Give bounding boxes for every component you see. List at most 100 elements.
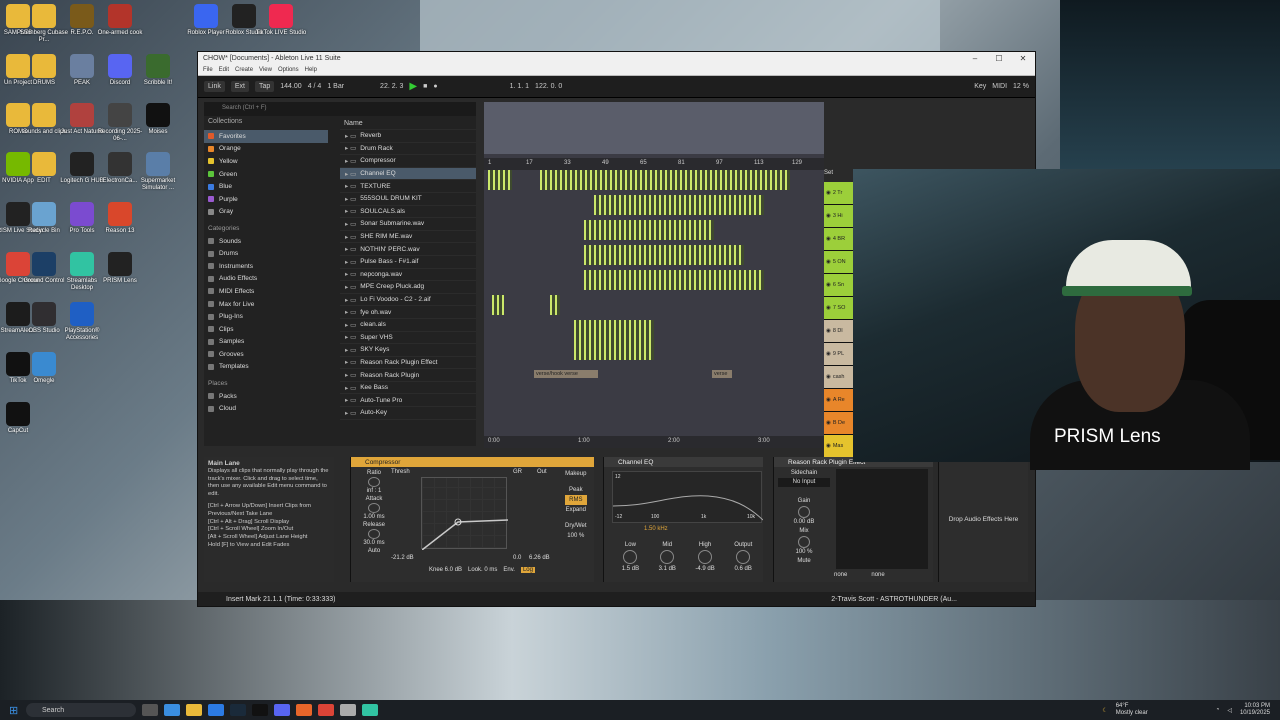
browser-item[interactable]: ▸ ▭ Kee Bass (340, 382, 476, 395)
browser-item[interactable]: ▸ ▭ SOULCALS.als (340, 206, 476, 219)
eq-display[interactable]: 12 -12 100 1k 10k (612, 471, 764, 523)
audio-clip[interactable]: verse/hook verse (534, 370, 598, 378)
log-button[interactable]: Log (520, 567, 535, 573)
track-activator-icon[interactable]: ◉ (826, 259, 831, 265)
knee-field[interactable]: Knee 6.0 dB (429, 567, 462, 573)
play-icon[interactable]: ▶ (409, 81, 417, 92)
desktop-icon[interactable]: Reason 13 (94, 202, 146, 235)
key-map-button[interactable]: Key (974, 83, 986, 90)
menu-file[interactable]: File (203, 67, 213, 73)
clock-date[interactable]: 10/19/2025 (1240, 710, 1270, 716)
tempo-field[interactable]: 144.00 (280, 83, 301, 90)
category-item[interactable]: Max for Live (204, 298, 328, 311)
makeup-button[interactable]: Makeup (565, 469, 587, 479)
browser-item[interactable]: ▸ ▭ Compressor (340, 155, 476, 168)
collection-item[interactable]: Green (204, 168, 328, 181)
link-button[interactable]: Link (204, 81, 225, 92)
release-knob[interactable] (368, 529, 380, 539)
collection-item[interactable]: Favorites (204, 130, 328, 143)
loop-length-field[interactable]: 122. 0. 0 (535, 83, 562, 90)
browser-item[interactable]: ▸ ▭ Drum Rack (340, 143, 476, 156)
desktop-icon[interactable]: Moises (132, 103, 184, 136)
low-knob[interactable] (623, 550, 638, 564)
peak-button[interactable]: Peak (565, 485, 587, 495)
track-activator-icon[interactable]: ◉ (826, 351, 831, 357)
store-icon[interactable] (208, 704, 224, 716)
desktop-icon[interactable]: One-armed cook (94, 4, 146, 37)
name-column-header[interactable]: Name (340, 118, 476, 130)
record-icon[interactable]: ● (433, 83, 437, 90)
high-knob[interactable] (698, 550, 713, 564)
arrangement-clip[interactable] (540, 170, 790, 190)
set-button[interactable]: Set (824, 170, 833, 176)
status-track[interactable]: 2-Travis Scott - ASTROTHUNDER (Au... (831, 596, 957, 603)
place-item[interactable]: Cloud (204, 402, 328, 415)
track-header[interactable]: ◉ 8 Dl (824, 320, 856, 343)
time-ruler[interactable]: 0:00 1:00 2:00 3:00 (484, 436, 824, 448)
bar-ruler[interactable]: 1 17 33 49 65 81 97 113 129 (484, 158, 824, 170)
start-icon[interactable]: ⊞ (9, 704, 18, 717)
steam-icon[interactable] (230, 704, 246, 716)
clock-time[interactable]: 10:03 PM (1244, 703, 1270, 709)
browser-item[interactable]: ▸ ▭ Sonar Submarine.wav (340, 218, 476, 231)
track-header[interactable]: ◉ 2 Tr (824, 182, 856, 205)
firefox-icon[interactable] (296, 704, 312, 716)
compressor-curve-display[interactable] (421, 477, 509, 551)
file-explorer-icon[interactable] (186, 704, 202, 716)
rms-button[interactable]: RMS (565, 495, 587, 505)
category-item[interactable]: Clips (204, 323, 328, 336)
category-item[interactable]: Plug-Ins (204, 310, 328, 323)
collection-item[interactable]: Yellow (204, 155, 328, 168)
track-activator-icon[interactable]: ◉ (826, 443, 831, 449)
browser-item[interactable]: ▸ ▭ Auto-Tune Pro (340, 394, 476, 408)
collection-item[interactable]: Gray (204, 206, 328, 219)
song-position-field[interactable]: 22. 2. 3 (380, 83, 403, 90)
channel-eq-title[interactable]: Channel EQ (604, 457, 763, 467)
arrangement-clip[interactable] (584, 245, 744, 265)
arrangement-view[interactable]: 1 17 33 49 65 81 97 113 129 verse/hook verse vers… (484, 102, 824, 448)
track-header[interactable]: ◉ 7 SO (824, 297, 856, 320)
loop-start-field[interactable]: 1. 1. 1 (510, 83, 529, 90)
menu-view[interactable]: View (259, 67, 272, 73)
expand-button[interactable]: Expand (565, 505, 587, 515)
category-item[interactable]: Instruments (204, 260, 328, 273)
menu-options[interactable]: Options (278, 67, 299, 73)
browser-item[interactable]: ▸ ▭ Pulse Bass - F#1.aif (340, 256, 476, 269)
track-header[interactable]: ◉ 6 Sn (824, 274, 856, 297)
drop-zone[interactable]: Drop Audio Effects Here (938, 457, 1028, 582)
desktop-icon[interactable]: PRISM Lens (94, 252, 146, 285)
browser-item[interactable]: ▸ ▭ Reason Rack Plugin (340, 369, 476, 382)
collection-item[interactable]: Blue (204, 180, 328, 193)
desktop-icon[interactable]: Scribble It! (132, 54, 184, 87)
browser-item[interactable]: ▸ ▭ NOTHIN' PERC.wav (340, 243, 476, 256)
track-activator-icon[interactable]: ◉ (826, 236, 831, 242)
task-view-icon[interactable] (142, 704, 158, 716)
taskbar-search[interactable]: Search (26, 703, 136, 717)
category-item[interactable]: Drums (204, 247, 328, 260)
menu-help[interactable]: Help (305, 67, 317, 73)
discord-taskbar-icon[interactable] (274, 704, 290, 716)
audio-clip[interactable]: verse (712, 370, 732, 378)
arrangement-clip[interactable] (584, 270, 764, 290)
mid-knob[interactable] (660, 550, 675, 564)
browser-item[interactable]: ▸ ▭ nepconga.wav (340, 269, 476, 282)
desktop-icon[interactable]: TikTok LIVE Studio (255, 4, 307, 37)
streamlabs-taskbar-icon[interactable] (362, 704, 378, 716)
browser-item[interactable]: ▸ ▭ Channel EQ (340, 167, 476, 181)
volume-icon[interactable]: ◁ (1227, 707, 1232, 714)
chrome-taskbar-icon[interactable] (318, 704, 334, 716)
mute-button[interactable]: Mute (778, 557, 830, 566)
arrangement-clip[interactable] (550, 295, 560, 315)
track-activator-icon[interactable]: ◉ (826, 397, 831, 403)
collection-item[interactable]: Purple (204, 193, 328, 206)
minimize-button[interactable]: – (963, 54, 987, 63)
wifi-icon[interactable]: ◔ (1216, 707, 1220, 713)
track-header[interactable]: ◉ 5 ON (824, 251, 856, 274)
maximize-button[interactable]: ☐ (987, 54, 1011, 63)
reason-rack-display[interactable] (836, 469, 928, 569)
track-activator-icon[interactable]: ◉ (826, 420, 831, 426)
attack-knob[interactable] (368, 503, 380, 513)
track-activator-icon[interactable]: ◉ (826, 374, 831, 380)
arrangement-overview[interactable] (484, 102, 824, 154)
mix-knob[interactable] (798, 536, 810, 548)
